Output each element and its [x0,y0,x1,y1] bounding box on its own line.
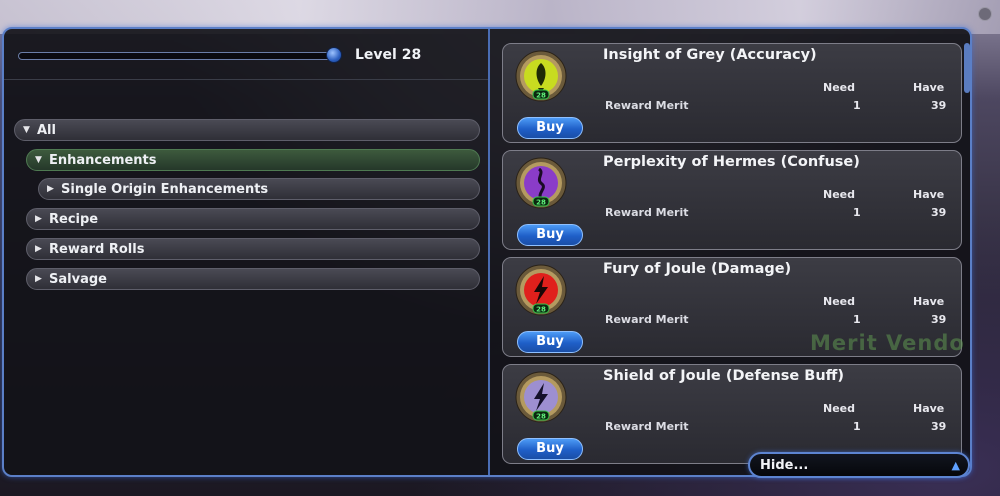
need-value: 1 [853,420,861,433]
tree-item-reward-rolls[interactable]: ▶ Reward Rolls [26,238,480,260]
hide-dropdown[interactable]: Hide... ▲ [748,452,970,478]
cost-name: Reward Merit [605,206,689,219]
level-slider[interactable] [18,52,340,60]
need-header: Need [823,295,856,308]
item-title: Perplexity of Hermes (Confuse) [603,154,860,170]
category-pane: Level 28 ▼ All ▼ Enhancements ▶ Single O… [4,29,490,475]
have-header: Have [913,188,945,201]
level-slider-handle[interactable] [326,47,342,63]
defense-buff-enhancement-icon: 28 [515,371,567,423]
have-value: 39 [931,206,947,219]
scrollbar[interactable] [964,43,970,93]
expanded-arrow-icon: ▼ [23,125,30,135]
need-value: 1 [853,99,861,112]
item-title: Insight of Grey (Accuracy) [603,47,817,63]
item-title: Fury of Joule (Damage) [603,261,792,277]
accuracy-enhancement-icon: 28 [515,50,567,102]
need-value: 1 [853,206,861,219]
buy-button[interactable]: Buy [517,438,583,460]
cost-name: Reward Merit [605,420,689,433]
need-header: Need [823,402,856,415]
tree-item-recipe[interactable]: ▶ Recipe [26,208,480,230]
tree-item-enhancements[interactable]: ▼ Enhancements [26,149,480,171]
svg-text:28: 28 [536,92,546,100]
have-header: Have [913,295,945,308]
need-header: Need [823,188,856,201]
svg-text:28: 28 [536,306,546,314]
need-header: Need [823,81,856,94]
triangle-up-icon: ▲ [951,459,960,472]
item-title: Shield of Joule (Defense Buff) [603,368,845,384]
level-label: Level 28 [355,47,422,63]
collapsed-arrow-icon: ▶ [35,274,42,284]
collapsed-arrow-icon: ▶ [47,184,54,194]
tree-item-label: Enhancements [49,152,157,168]
tree-item-salvage[interactable]: ▶ Salvage [26,268,480,290]
tree-item-all[interactable]: ▼ All [14,119,480,141]
buy-button[interactable]: Buy [517,224,583,246]
tree-item-label: Recipe [49,211,99,227]
svg-text:28: 28 [536,413,546,421]
store-item-list[interactable]: 28 Buy Insight of Grey (Accuracy) Need H… [492,29,970,475]
cost-name: Reward Merit [605,99,689,112]
confuse-enhancement-icon: 28 [515,157,567,209]
buy-button[interactable]: Buy [517,117,583,139]
store-item-card: 28 Buy Fury of Joule (Damage) Need Have … [502,257,962,357]
store-item-card: 28 Buy Shield of Joule (Defense Buff) Ne… [502,364,962,464]
collapsed-arrow-icon: ▶ [35,214,42,224]
merit-vendor-window: Level 28 ▼ All ▼ Enhancements ▶ Single O… [2,7,992,477]
have-value: 39 [931,99,947,112]
svg-text:28: 28 [536,199,546,207]
tree-item-single-origin-enhancements[interactable]: ▶ Single Origin Enhancements [38,178,480,200]
have-header: Have [913,402,945,415]
hide-label: Hide... [760,458,809,473]
damage-enhancement-icon: 28 [515,264,567,316]
tree-item-label: Single Origin Enhancements [61,181,269,197]
buy-button[interactable]: Buy [517,331,583,353]
divider [4,79,488,80]
store-item-card: 28 Buy Perplexity of Hermes (Confuse) Ne… [502,150,962,250]
tree-item-label: Salvage [49,271,107,287]
tree-item-label: Reward Rolls [49,241,145,257]
need-value: 1 [853,313,861,326]
have-value: 39 [931,313,947,326]
store-item-card: 28 Buy Insight of Grey (Accuracy) Need H… [502,43,962,143]
level-filter: Level 28 [18,41,478,71]
tree-item-label: All [37,122,56,138]
collapsed-arrow-icon: ▶ [35,244,42,254]
have-value: 39 [931,420,947,433]
close-icon[interactable] [978,7,992,21]
cost-name: Reward Merit [605,313,689,326]
have-header: Have [913,81,945,94]
expanded-arrow-icon: ▼ [35,155,42,165]
